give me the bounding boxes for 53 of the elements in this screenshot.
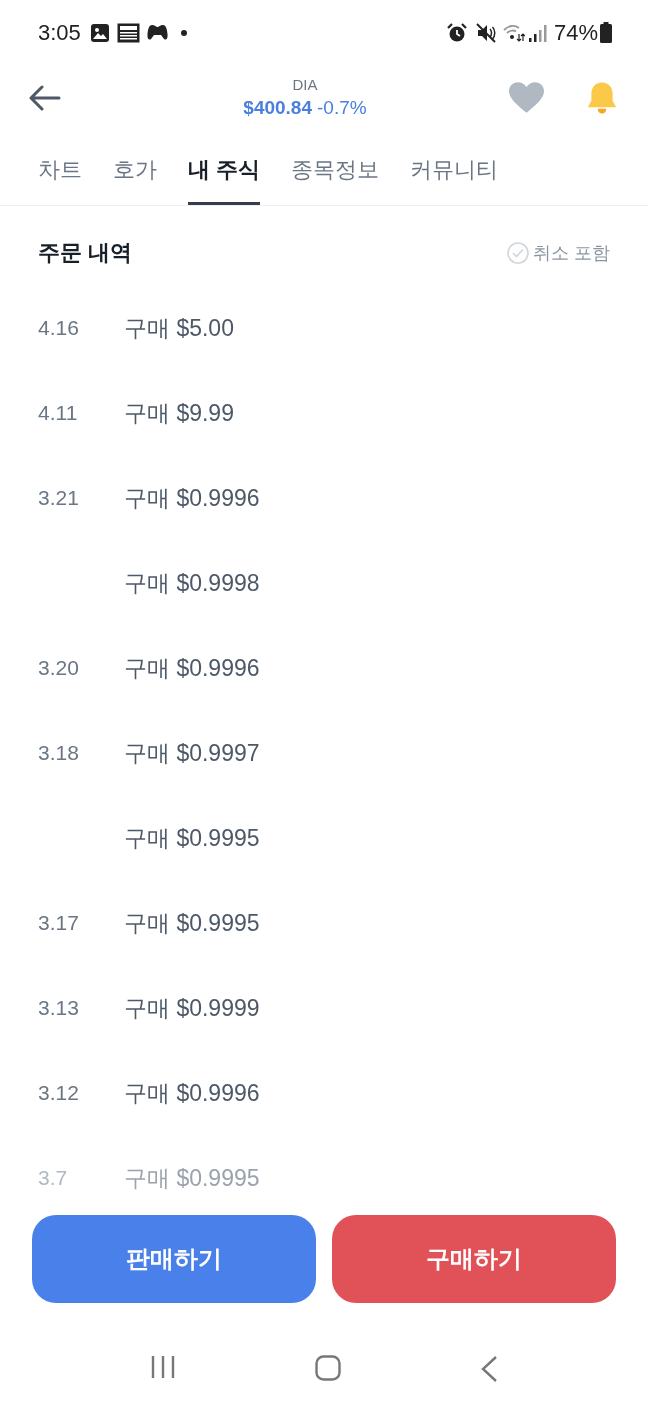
recent-apps-button[interactable] xyxy=(149,1355,176,1379)
battery-icon xyxy=(600,22,612,43)
buy-button[interactable]: 구매하기 xyxy=(332,1215,616,1303)
tab[interactable]: 종목정보 xyxy=(291,130,380,205)
order-date: 3.18 xyxy=(38,740,79,764)
tab[interactable]: 내 주식 xyxy=(188,130,261,205)
order-item: 구매 $9.99 xyxy=(124,398,234,428)
order-date: 4.16 xyxy=(38,315,79,339)
home-icon xyxy=(315,1355,341,1381)
alarm-clock-icon xyxy=(446,22,467,43)
order-item: 구매 $0.9996 xyxy=(124,653,260,683)
order-item: 구매 $0.9996 xyxy=(124,483,260,513)
order-item: 구매 $0.9996 xyxy=(124,1078,260,1108)
notification-dot-icon xyxy=(180,29,187,36)
tab[interactable]: 커뮤니티 xyxy=(410,130,499,205)
game-controller-icon xyxy=(146,24,168,41)
back-chevron-icon xyxy=(480,1355,499,1383)
home-button[interactable] xyxy=(315,1355,341,1381)
back-arrow-icon xyxy=(29,84,61,111)
heart-icon xyxy=(508,82,544,113)
order-date: 3.13 xyxy=(38,995,79,1019)
order-date: 3.17 xyxy=(38,910,79,934)
wifi-icon xyxy=(502,23,525,42)
section-title: 주문 내역 xyxy=(38,239,133,267)
battery-percent: 74% xyxy=(553,21,598,44)
recent-apps-icon xyxy=(149,1355,176,1379)
mute-icon xyxy=(475,22,496,43)
tab[interactable]: 호가 xyxy=(113,130,157,205)
image-icon xyxy=(89,22,110,43)
nav-back-button[interactable] xyxy=(480,1355,499,1383)
price-change: -0.7% xyxy=(317,95,367,120)
order-item: 구매 $0.9998 xyxy=(124,568,260,598)
order-date: 3.12 xyxy=(38,1080,79,1104)
stock-price: $400.84 xyxy=(243,95,312,120)
order-date: 3.20 xyxy=(38,655,79,679)
order-item: 구매 $0.9995 xyxy=(124,908,260,938)
order-item: 구매 $0.9997 xyxy=(124,738,260,768)
check-circle-icon xyxy=(507,242,529,264)
stock-symbol: DIA xyxy=(292,74,318,95)
order-item: 구매 $0.9995 xyxy=(124,823,260,853)
bell-icon xyxy=(585,80,619,115)
order-item: 구매 $0.9995 xyxy=(124,1163,260,1193)
clock-time: 3:05 xyxy=(38,21,81,44)
order-date: 4.11 xyxy=(38,400,78,424)
signal-icon xyxy=(527,23,548,42)
order-item: 구매 $0.9999 xyxy=(124,993,260,1023)
order-date: 3.7 xyxy=(38,1165,68,1189)
sell-button[interactable]: 판매하기 xyxy=(32,1215,316,1303)
tab[interactable]: 차트 xyxy=(38,130,82,205)
include-cancelled-toggle[interactable]: 취소 포함 xyxy=(507,241,610,265)
order-date: 3.21 xyxy=(38,485,79,509)
order-item: 구매 $5.00 xyxy=(124,313,234,343)
newspaper-icon xyxy=(116,22,140,43)
